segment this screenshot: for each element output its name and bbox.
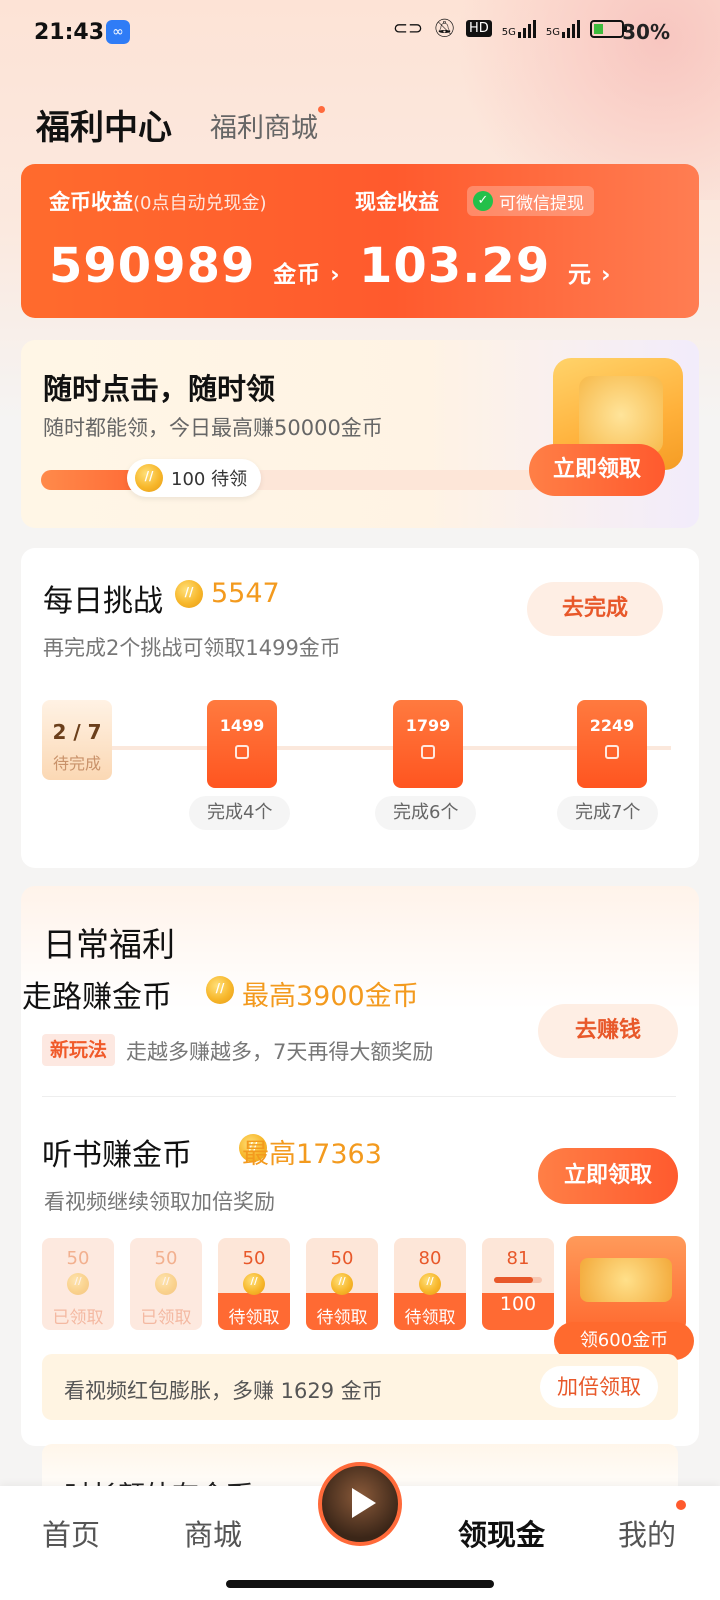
earnings-card: 金币收益(0点自动兑现金) 590989 金币 › 现金收益 ✓ 可微信提现 1… [21,164,699,318]
reward-tile: 50已领取 [42,1238,114,1330]
tab-welfare-mall[interactable]: 福利商城 [210,106,318,145]
coin-icon [419,1273,441,1295]
challenge-coins: 5547 [211,578,280,609]
coin-earnings-value[interactable]: 590989 金币 › [49,238,341,294]
pending-coins-pill: 100 待领 [127,459,262,497]
status-icons: ⊂⊃ 🔕︎ HD 5G 5G [392,18,627,39]
coin-earnings-label: 金币收益(0点自动兑现金) [49,190,267,214]
go-complete-button[interactable]: 去完成 [527,582,663,636]
challenge-desc: 再完成2个挑战可领取1499金币 [43,636,341,660]
nav-me-notify-dot [676,1500,686,1510]
anytime-reward-card: 随时点击，随时领 随时都能领，今日最高赚50000金币 100 待领 立即领取 [21,340,699,528]
walk-earn-max: 最高3900金币 [242,981,419,1012]
challenge-progress-step: 2 / 7 待完成 [42,700,112,780]
wechat-withdraw-tag: ✓ 可微信提现 [467,186,594,216]
nav-me[interactable]: 我的 [618,1512,676,1554]
nav-cash[interactable]: 领现金 [458,1512,545,1554]
listen-earn-desc: 看视频继续领取加倍奖励 [44,1190,275,1214]
hd-icon: HD [465,20,492,37]
status-time: 21:43 [34,20,105,45]
video-boost-bar: 看视频红包膨胀，多赚 1629 金币 加倍领取 [42,1354,678,1420]
coin-icon [155,1273,177,1295]
reward-envelope[interactable]: 2249 [577,700,647,788]
divider [42,1096,676,1097]
claim-now-button[interactable]: 立即领取 [529,444,665,496]
signal-1-icon: 5G [502,19,536,38]
listen-earn-title: 听书赚金币 [42,1138,192,1173]
anytime-title: 随时点击，随时领 [43,372,276,406]
anytime-progress-fill [41,470,141,490]
new-play-tag: 新玩法 [42,1034,116,1066]
walk-earn-desc: 走越多赚越多，7天再得大额奖励 [126,1040,434,1064]
walk-earn-title: 走路赚金币 [22,980,172,1015]
anytime-progress-bar [41,470,539,490]
mute-bell-icon: 🔕︎ [433,18,456,39]
reward-tile[interactable]: 80待领取 [394,1238,466,1330]
home-indicator [226,1580,494,1588]
boost-text: 看视频红包膨胀，多赚 1629 金币 [64,1379,383,1403]
nav-mall[interactable]: 商城 [184,1512,242,1554]
lock-icon [421,745,435,759]
wechat-check-icon: ✓ [473,191,493,211]
lock-icon [605,745,619,759]
reward-envelope[interactable]: 1499 [207,700,277,788]
cash-earnings-value[interactable]: 103.29 元 › [359,238,611,294]
coin-icon [135,464,163,492]
go-earn-button[interactable]: 去赚钱 [538,1004,678,1058]
coin-earnings-note: (0点自动兑现金) [133,193,267,214]
double-claim-button[interactable]: 加倍领取 [540,1366,658,1408]
listen-claim-button[interactable]: 立即领取 [538,1148,678,1204]
cash-earnings-label: 现金收益 [355,190,439,214]
treasure-chest-icon[interactable] [566,1236,686,1332]
milestone-label: 完成6个 [375,796,477,830]
coin-icon [67,1273,89,1295]
mall-notify-dot [318,106,325,113]
reward-tile-current: 81 100 [482,1238,554,1330]
welfare-title: 日常福利 [43,925,175,964]
page-title: 福利中心 [36,108,172,148]
nav-home[interactable]: 首页 [42,1512,100,1554]
chevron-right-icon: › [321,262,341,288]
status-bar: 21:43 ∞ ⊂⊃ 🔕︎ HD 5G 5G 30% [0,0,720,66]
link-app-icon: ∞ [106,20,130,44]
reward-tile[interactable]: 50待领取 [218,1238,290,1330]
milestone-label: 完成4个 [189,796,291,830]
coin-icon [175,580,203,608]
daily-challenge-card: 每日挑战 5547 再完成2个挑战可领取1499金币 去完成 2 / 7 待完成… [21,548,699,868]
link-icon: ⊂⊃ [392,18,424,39]
challenge-title: 每日挑战 [43,584,163,619]
tile-progress-bar [494,1277,542,1283]
milestone-label: 完成7个 [557,796,659,830]
signal-2-icon: 5G [546,19,580,38]
lock-icon [235,745,249,759]
coin-icon [331,1273,353,1295]
reward-tile: 50已领取 [130,1238,202,1330]
battery-icon [590,19,627,38]
reward-envelope[interactable]: 1799 [393,700,463,788]
anytime-desc: 随时都能领，今日最高赚50000金币 [43,416,383,440]
battery-percent: 30% [622,20,670,44]
chevron-right-icon: › [591,262,612,288]
reward-tile[interactable]: 50待领取 [306,1238,378,1330]
audiobook-play-button[interactable] [318,1462,402,1546]
listen-earn-max: 最高17363 [242,1139,382,1170]
coin-icon [206,976,234,1004]
coin-icon [243,1273,265,1295]
